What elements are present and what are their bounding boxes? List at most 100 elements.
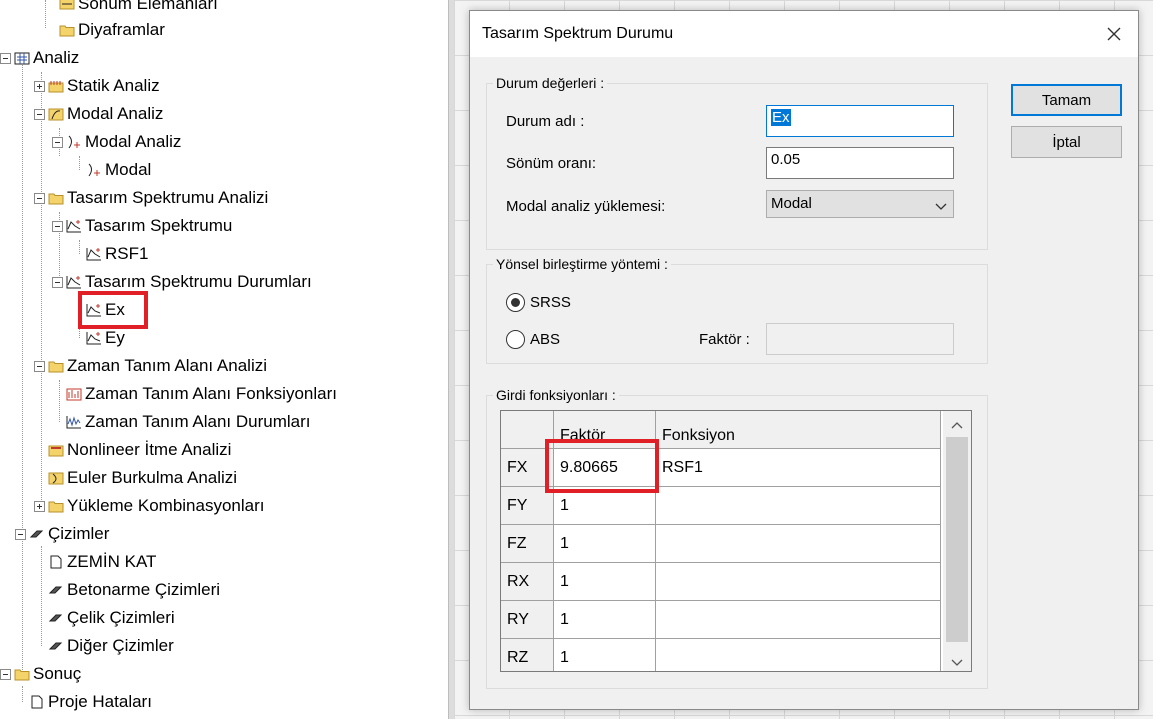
highlight-ex [78,291,148,329]
case-name-field[interactable]: Ex [766,105,954,137]
tree-item[interactable]: Statik Analiz [34,72,160,100]
tree-item[interactable]: Sonuç [0,660,81,688]
tree-item-label: Proje Hataları [48,692,152,711]
tree-item[interactable]: Euler Burkulma Analizi [34,464,237,492]
collapse-icon[interactable] [0,52,11,64]
scroll-down-icon[interactable] [951,654,963,671]
tree-item[interactable]: Modal [72,156,151,184]
tree-item-label: Modal Analiz [67,104,164,123]
spectrum-case-icon [86,330,102,346]
damping-ratio-label: Sönüm oranı: [506,155,597,172]
modal-load-select[interactable]: Modal [766,190,954,218]
collapse-icon[interactable] [34,192,45,204]
collapse-icon[interactable] [15,528,26,540]
radio-abs-label: ABS [530,331,561,348]
function-cell[interactable]: RSF1 [656,449,941,487]
factor-cell[interactable]: 1 [554,639,656,671]
factor-cell[interactable]: 1 [554,525,656,563]
tree-item[interactable]: Zaman Tanım Alanı Durumları [52,408,311,436]
dialog-titlebar[interactable]: Tasarım Spektrum Durumu [470,11,1138,57]
tree-item-label: Tasarım Spektrumu [85,216,233,235]
tree-item[interactable]: Proje Hataları [15,688,152,716]
factor-field[interactable] [766,323,954,355]
radio-abs-indicator [506,330,525,349]
tree-item[interactable]: Tasarım Spektrumu [52,212,232,240]
tree-item[interactable]: Zaman Tanım Alanı Analizi [34,352,267,380]
column-header-function[interactable]: Fonksiyon [656,411,941,449]
row-header-rz: RZ [501,639,554,671]
tree-item[interactable]: Yükleme Kombinasyonları [34,492,264,520]
damping-ratio-field[interactable]: 0.05 [766,147,954,179]
tree-item[interactable]: RSF1 [72,240,148,268]
page-icon [29,694,45,710]
row-header-rx: RX [501,563,554,601]
modal-icon [48,106,64,122]
buckling-icon [48,470,64,486]
tree-item[interactable]: Tasarım Spektrumu Analizi [34,184,268,212]
radio-srss-indicator [506,293,525,312]
tree-item[interactable]: Zaman Tanım Alanı Fonksiyonları [52,380,337,408]
tree-item-label: Zaman Tanım Alanı Analizi [67,356,268,375]
grid-scrollbar-thumb[interactable] [946,437,968,642]
scroll-up-icon[interactable] [951,418,963,436]
tree-item-label: Zaman Tanım Alanı Fonksiyonları [85,384,337,403]
close-icon[interactable] [1102,22,1126,46]
collapse-icon[interactable] [0,668,11,680]
spectrum-icon [66,274,82,290]
tree-item[interactable]: Çelik Çizimleri [34,604,175,632]
page-icon [48,554,64,570]
tree-item-label: Modal Analiz [85,132,182,151]
tree-item-label: Euler Burkulma Analizi [67,468,238,487]
function-cell[interactable] [656,525,941,563]
drawing-icon [48,582,64,598]
factor-cell[interactable]: 1 [554,601,656,639]
highlight-fx-factor [545,439,659,493]
row-header-ry: RY [501,601,554,639]
collapse-icon[interactable] [34,360,45,372]
tree-item[interactable]: Çizimler [15,520,109,548]
collapse-icon[interactable] [52,276,63,288]
tree-item[interactable]: Modal Analiz [34,100,163,128]
collapse-icon[interactable] [34,108,45,120]
static-icon [48,78,64,94]
tree-item-label: Tasarım Spektrumu Analizi [67,188,269,207]
damping-ratio-value: 0.05 [771,151,801,168]
tree-item-label: Statik Analiz [67,76,160,95]
case-name-label: Durum adı : [506,113,585,130]
expand-icon[interactable] [34,500,45,512]
factor-cell[interactable]: 1 [554,563,656,601]
tree-item[interactable]: Nonlineer İtme Analizi [34,436,231,464]
collapse-icon[interactable] [52,136,63,148]
spectrum-icon [86,246,102,262]
function-cell[interactable] [656,487,941,525]
tree-item[interactable]: ZEMİN KAT [34,548,156,576]
cancel-button[interactable]: İptal [1011,126,1122,158]
expand-icon[interactable] [34,80,45,92]
pushover-icon [48,442,64,458]
function-cell[interactable] [656,639,941,671]
tree-item[interactable]: Betonarme Çizimleri [34,576,220,604]
radio-srss[interactable]: SRSS [506,293,571,312]
ok-button[interactable]: Tamam [1011,84,1122,116]
input-functions-group-label: Girdi fonksiyonları : [493,387,619,403]
tree-item-label: Ey [105,328,125,347]
radio-abs[interactable]: ABS [506,330,560,349]
drawing-icon [29,526,45,542]
dialog-title: Tasarım Spektrum Durumu [482,25,674,42]
tree-item[interactable]: Modal Analiz [52,128,181,156]
tree-item[interactable]: Diyaframlar [45,16,165,44]
tree-item[interactable]: Diğer Çizimler [34,632,174,660]
grid-scrollbar[interactable] [943,411,971,671]
project-tree: Sönüm Elemanları Diyaframlar Analiz Statik … [0,0,448,719]
drawing-icon [48,638,64,654]
spectrum-icon [66,218,82,234]
function-cell[interactable] [656,563,941,601]
function-cell[interactable] [656,601,941,639]
tree-item-label: Tasarım Spektrumu Durumları [85,272,312,291]
collapse-icon[interactable] [52,220,63,232]
chevron-down-icon [935,198,947,215]
tree-item-label: Sönüm Elemanları [78,0,218,13]
case-values-group-label: Durum değerleri : [493,75,608,91]
analysis-icon [14,50,30,66]
tree-item[interactable]: Analiz [0,44,79,72]
